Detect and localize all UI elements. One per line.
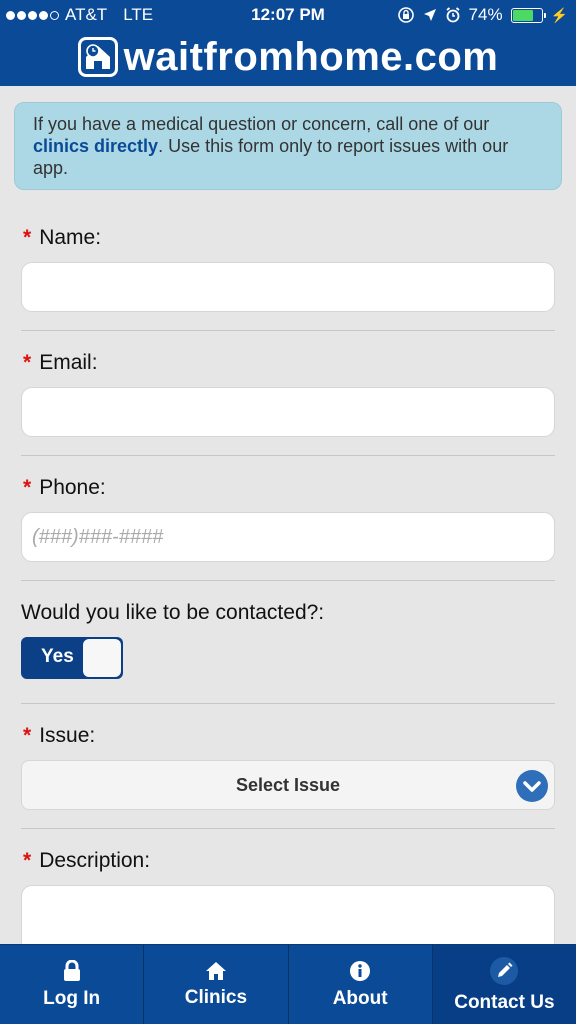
contact-toggle[interactable]: Yes [21,637,123,679]
name-field-group: * Name: [21,190,555,331]
bottom-tab-bar: Log In Clinics About Contact Us [0,944,576,1024]
clinics-directly-link[interactable]: clinics directly [33,136,158,156]
battery-icon [510,7,546,23]
app-header: AT&T LTE 12:07 PM 74% ⚡ waitfromhome.com [0,0,576,86]
orientation-lock-icon [397,7,414,23]
lock-icon [63,959,80,981]
name-label: * Name: [23,226,102,249]
phone-label: * Phone: [23,476,106,499]
pencil-icon [490,956,519,985]
description-textarea[interactable] [21,885,555,944]
required-marker: * [23,351,32,374]
description-field-group: * Description: [21,829,555,944]
issue-label: * Issue: [23,724,96,747]
notice-banner: If you have a medical question or concer… [14,102,562,190]
required-marker: * [23,849,32,872]
contact-form: If you have a medical question or concer… [0,86,576,944]
phone-field-group: * Phone: (###)###-#### [21,456,555,581]
required-marker: * [23,226,32,249]
required-marker: * [23,476,32,499]
issue-field-group: * Issue: Select Issue [21,704,555,829]
phone-input[interactable]: (###)###-#### [21,512,555,562]
notice-text-before: If you have a medical question or concer… [33,114,490,134]
required-marker: * [23,724,32,747]
toggle-yes-label: Yes [41,646,74,667]
chevron-down-icon[interactable] [516,770,548,802]
tab-label: About [332,987,388,1009]
description-label: * Description: [23,849,151,872]
email-label: * Email: [23,351,98,374]
battery-percent: 74% [468,5,503,24]
tab-about[interactable]: About [289,945,433,1024]
tab-label: Contact Us [454,991,555,1013]
name-input[interactable] [21,262,555,312]
status-bar: AT&T LTE 12:07 PM 74% ⚡ [0,0,576,30]
house-clock-logo-icon [77,37,118,77]
issue-select[interactable]: Select Issue [21,760,555,810]
tab-label: Clinics [184,986,248,1008]
contact-preference-group: Would you like to be contacted?: Yes [21,581,555,704]
tab-log-in[interactable]: Log In [0,945,145,1024]
contact-label: Would you like to be contacted?: [21,601,325,624]
brand-header: waitfromhome.com [0,34,576,80]
tab-label: Log In [43,987,101,1009]
alarm-icon [445,7,460,23]
location-arrow-icon [423,9,436,21]
toggle-knob[interactable] [83,639,121,677]
issue-select-value: Select Issue [235,774,341,795]
email-field-group: * Email: [21,331,555,456]
charging-bolt-icon: ⚡ [550,6,568,23]
tab-contact-us[interactable]: Contact Us [432,945,576,1024]
info-icon [350,960,371,981]
tab-clinics[interactable]: Clinics [144,945,289,1024]
home-icon [205,961,226,980]
brand-name: waitfromhome.com [123,34,499,79]
email-input[interactable] [21,387,555,437]
phone-placeholder: (###)###-#### [32,525,164,548]
